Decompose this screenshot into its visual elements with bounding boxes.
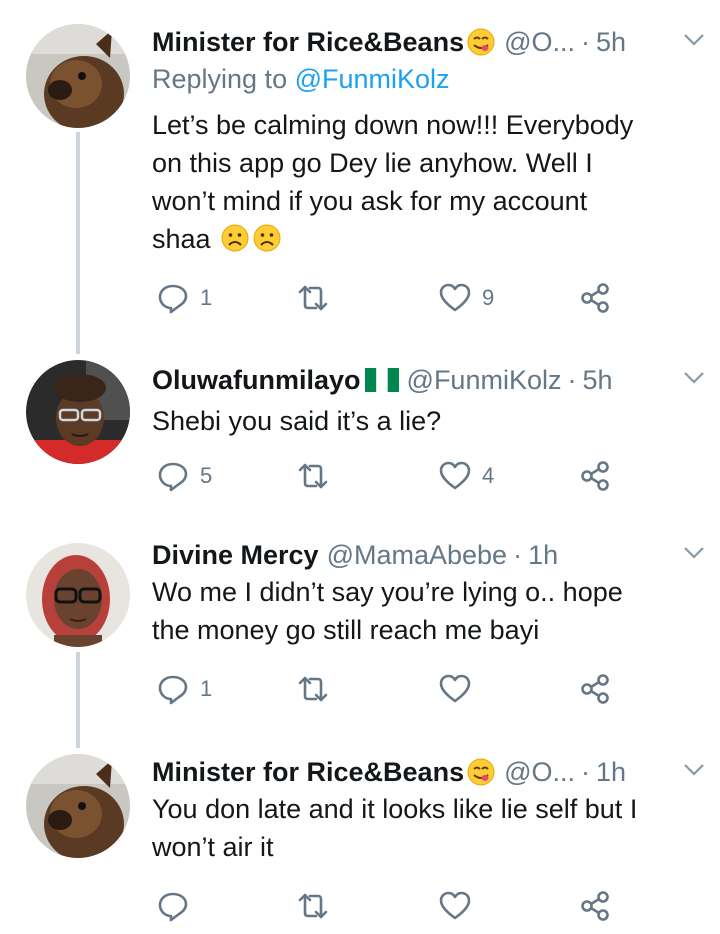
chevron-down-icon[interactable] [682, 543, 706, 563]
reply-count: 1 [200, 285, 213, 310]
tweet-text: You don late and it looks like lie self … [152, 790, 697, 866]
like-icon [439, 674, 471, 703]
share-icon [581, 461, 609, 491]
retweet-button[interactable] [296, 456, 340, 496]
like-icon [439, 461, 471, 490]
tweet-text-line: Wo me I didn’t say you’re lying o.. hope [152, 577, 623, 607]
avatar[interactable] [26, 754, 130, 858]
yum-emoji-icon [466, 27, 496, 57]
tweet-text-line: shaa [152, 220, 697, 258]
retweet-icon [298, 676, 328, 702]
tweet-text-line: won’t mind if you ask for my account [152, 186, 588, 216]
yum-emoji-icon [466, 757, 496, 787]
separator-dot: · [581, 756, 591, 787]
tweet-text-line-text: shaa [152, 224, 211, 254]
display-name[interactable]: Divine Mercy [152, 540, 319, 571]
retweet-icon [298, 285, 328, 311]
retweet-icon [298, 893, 328, 919]
sad-emoji-icon [252, 223, 282, 253]
chevron-down-icon[interactable] [682, 30, 706, 50]
reply-button[interactable]: 5 [156, 456, 212, 496]
timestamp[interactable]: 5h [596, 27, 626, 58]
sad-emoji-icon [220, 223, 250, 253]
like-count: 9 [482, 285, 495, 310]
dog-avatar-image [26, 24, 130, 128]
tweet-text-line: on this app go Dey lie anyhow. Well I [152, 148, 593, 178]
reply-count: 5 [200, 463, 213, 488]
share-button[interactable] [578, 886, 612, 926]
woman-avatar-image [26, 360, 130, 464]
chevron-down-icon[interactable] [682, 760, 706, 780]
tweet-actions: 1 [152, 669, 720, 709]
separator-dot: · [581, 26, 591, 57]
display-name[interactable]: Oluwafunmilayo [152, 365, 361, 396]
tweet-text: Let’s be calming down now!!! Everybody o… [152, 106, 697, 258]
reply-button[interactable] [156, 886, 200, 926]
avatar[interactable] [26, 360, 130, 464]
retweet-button[interactable] [296, 886, 340, 926]
user-handle[interactable]: @FunmiKolz [407, 365, 562, 396]
tweet[interactable]: Minister for Rice&Beans @O... · 1h You d… [0, 752, 720, 932]
like-button[interactable]: 4 [438, 456, 494, 496]
tweet-header: Minister for Rice&Beans @O... · 1h [152, 752, 700, 792]
tweet-header: Oluwafunmilayo @FunmiKolz · 5h [152, 360, 700, 400]
reply-icon [158, 284, 188, 314]
reply-count: 1 [200, 676, 213, 701]
avatar[interactable] [26, 24, 130, 128]
tweet-header: Minister for Rice&Beans @O... · 5h [152, 22, 700, 62]
separator-dot: · [567, 364, 577, 395]
share-button[interactable] [578, 278, 612, 318]
chevron-down-icon[interactable] [682, 368, 706, 388]
user-handle[interactable]: @O... [504, 27, 575, 58]
tweet[interactable]: Oluwafunmilayo @FunmiKolz · 5h Shebi you… [0, 360, 720, 500]
timestamp[interactable]: 1h [528, 540, 558, 571]
like-icon [439, 891, 471, 920]
tweet-text-line: Shebi you said it’s a lie? [152, 406, 442, 436]
tweet-actions: 5 4 [152, 456, 720, 496]
share-button[interactable] [578, 456, 612, 496]
user-handle[interactable]: @MamaAbebe [327, 540, 508, 571]
retweet-icon [298, 463, 328, 489]
tweet[interactable]: Minister for Rice&Beans @O... · 5h Reply… [0, 22, 720, 322]
reply-icon [158, 892, 188, 922]
share-icon [581, 283, 609, 313]
mention-link[interactable]: @FunmiKolz [295, 64, 450, 94]
like-count: 4 [482, 463, 495, 488]
retweet-button[interactable] [296, 278, 340, 318]
reply-icon [158, 462, 188, 492]
tweet-actions: 1 9 [152, 278, 720, 318]
tweet-actions [152, 886, 720, 926]
tweet-text-line: won’t air it [152, 832, 274, 862]
reply-button[interactable]: 1 [156, 278, 212, 318]
reply-button[interactable]: 1 [156, 669, 212, 709]
share-icon [581, 674, 609, 704]
separator-dot: · [513, 539, 523, 570]
woman-avatar-image [26, 543, 130, 647]
reply-icon [158, 675, 188, 705]
retweet-button[interactable] [296, 669, 340, 709]
nigeria-flag-icon [364, 368, 399, 392]
timestamp[interactable]: 1h [596, 757, 626, 788]
tweet-text: Wo me I didn’t say you’re lying o.. hope… [152, 573, 697, 649]
like-button[interactable] [438, 669, 482, 709]
share-icon [581, 891, 609, 921]
tweet-text-line: You don late and it looks like lie self … [152, 794, 638, 824]
timestamp[interactable]: 5h [582, 365, 612, 396]
display-name[interactable]: Minister for Rice&Beans [152, 27, 464, 58]
replying-to-label: Replying to [152, 64, 295, 94]
display-name[interactable]: Minister for Rice&Beans [152, 757, 464, 788]
tweet[interactable]: Divine Mercy @MamaAbebe · 1h Wo me I did… [0, 535, 720, 715]
tweet-text-line: the money go still reach me bayi [152, 615, 540, 645]
tweet-text: Shebi you said it’s a lie? [152, 402, 697, 440]
tweet-text-line: Let’s be calming down now!!! Everybody [152, 110, 634, 140]
avatar[interactable] [26, 543, 130, 647]
like-button[interactable]: 9 [438, 278, 494, 318]
replying-to: Replying to @FunmiKolz [152, 64, 450, 95]
tweet-header: Divine Mercy @MamaAbebe · 1h [152, 535, 700, 575]
user-handle[interactable]: @O... [504, 757, 575, 788]
like-icon [439, 283, 471, 312]
share-button[interactable] [578, 669, 612, 709]
like-button[interactable] [438, 886, 482, 926]
dog-avatar-image [26, 754, 130, 858]
